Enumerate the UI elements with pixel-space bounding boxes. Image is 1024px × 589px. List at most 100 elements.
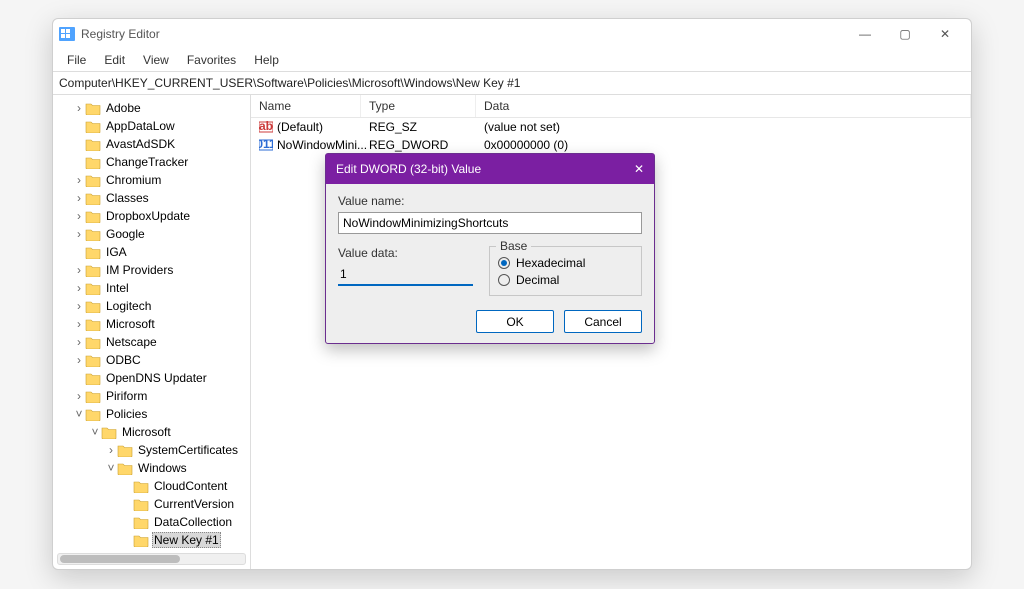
tree-node-label[interactable]: IGA bbox=[104, 245, 129, 259]
tree-node-label[interactable]: ODBC bbox=[104, 353, 143, 367]
chevron-right-icon[interactable]: › bbox=[73, 317, 85, 331]
tree-pane[interactable]: › Adobe ·AppDataLow·AvastAdSDK·ChangeTrack… bbox=[53, 95, 251, 569]
ok-button[interactable]: OK bbox=[476, 310, 554, 333]
folder-icon bbox=[85, 354, 101, 367]
chevron-down-icon[interactable]: ˅ bbox=[105, 461, 117, 475]
tree-node[interactable]: › Classes bbox=[53, 189, 250, 207]
tree-node-label[interactable]: SystemCertificates bbox=[136, 443, 240, 457]
tree-node-label[interactable]: CurrentVersion bbox=[152, 497, 236, 511]
tree-node[interactable]: ·AvastAdSDK bbox=[53, 135, 250, 153]
tree-node[interactable]: ·IGA bbox=[53, 243, 250, 261]
tree-scrollbar[interactable] bbox=[57, 553, 246, 565]
menu-favorites[interactable]: Favorites bbox=[179, 51, 244, 69]
tree-node-label[interactable]: AvastAdSDK bbox=[104, 137, 177, 151]
col-name[interactable]: Name bbox=[251, 95, 361, 117]
tree-node-label[interactable]: Piriform bbox=[104, 389, 149, 403]
tree-node[interactable]: ˅ Policies bbox=[53, 405, 250, 423]
chevron-right-icon[interactable]: › bbox=[73, 101, 85, 115]
col-data[interactable]: Data bbox=[476, 95, 971, 117]
menu-edit[interactable]: Edit bbox=[96, 51, 133, 69]
maximize-button[interactable]: ▢ bbox=[885, 20, 925, 48]
radio-dec-label: Decimal bbox=[516, 273, 559, 287]
tree-node[interactable]: › SystemCertificates bbox=[53, 441, 250, 459]
tree-node-label[interactable]: AppDataLow bbox=[104, 119, 177, 133]
column-headers[interactable]: Name Type Data bbox=[251, 95, 971, 118]
tree-node-label[interactable]: Logitech bbox=[104, 299, 153, 313]
tree-node-label[interactable]: DataCollection bbox=[152, 515, 234, 529]
chevron-right-icon[interactable]: › bbox=[73, 191, 85, 205]
base-group: Base Hexadecimal Decimal bbox=[489, 246, 642, 296]
chevron-right-icon[interactable]: › bbox=[105, 443, 117, 457]
chevron-right-icon[interactable]: › bbox=[73, 209, 85, 223]
tree-node-label[interactable]: Microsoft bbox=[120, 425, 173, 439]
tree-node[interactable]: › DropboxUpdate bbox=[53, 207, 250, 225]
cancel-button[interactable]: Cancel bbox=[564, 310, 642, 333]
menu-view[interactable]: View bbox=[135, 51, 177, 69]
tree-node-label[interactable]: Policies bbox=[104, 407, 149, 421]
col-type[interactable]: Type bbox=[361, 95, 476, 117]
chevron-right-icon[interactable]: › bbox=[73, 353, 85, 367]
tree-node-label[interactable]: Classes bbox=[104, 191, 151, 205]
tree-node[interactable]: ·CloudContent bbox=[53, 477, 250, 495]
tree-node[interactable]: › Netscape bbox=[53, 333, 250, 351]
tree-node[interactable]: › Chromium bbox=[53, 171, 250, 189]
folder-icon bbox=[133, 516, 149, 529]
value-name: NoWindowMini... bbox=[277, 138, 367, 152]
chevron-right-icon[interactable]: › bbox=[73, 263, 85, 277]
tree-node[interactable]: ·OpenDNS Updater bbox=[53, 369, 250, 387]
minimize-button[interactable]: — bbox=[845, 20, 885, 48]
tree-node[interactable]: ·DataCollection bbox=[53, 513, 250, 531]
tree-node[interactable]: ·AppDataLow bbox=[53, 117, 250, 135]
radio-decimal[interactable]: Decimal bbox=[498, 273, 633, 287]
tree-node-label[interactable]: Microsoft bbox=[104, 317, 157, 331]
close-button[interactable]: ✕ bbox=[925, 20, 965, 48]
tree-node[interactable]: ·New Key #1 bbox=[53, 531, 250, 549]
folder-icon bbox=[85, 210, 101, 223]
tree-node[interactable]: › ODBC bbox=[53, 351, 250, 369]
dialog-titlebar[interactable]: Edit DWORD (32-bit) Value ✕ bbox=[326, 154, 654, 184]
tree-node-label[interactable]: Intel bbox=[104, 281, 131, 295]
tree-node[interactable]: › Adobe bbox=[53, 99, 250, 117]
chevron-right-icon[interactable]: › bbox=[73, 227, 85, 241]
tree-node-label[interactable]: DropboxUpdate bbox=[104, 209, 192, 223]
tree-node[interactable]: › Logitech bbox=[53, 297, 250, 315]
value-name-field[interactable] bbox=[338, 212, 642, 234]
tree-node-label[interactable]: Chromium bbox=[104, 173, 163, 187]
tree-scroll-thumb[interactable] bbox=[60, 555, 180, 563]
tree-node-label[interactable]: Netscape bbox=[104, 335, 159, 349]
tree-node[interactable]: ˅ Microsoft bbox=[53, 423, 250, 441]
dialog-close-button[interactable]: ✕ bbox=[608, 162, 644, 176]
tree-node-label[interactable]: IM Providers bbox=[104, 263, 175, 277]
tree-node[interactable]: › Microsoft bbox=[53, 315, 250, 333]
tree-node-label[interactable]: OpenDNS Updater bbox=[104, 371, 209, 385]
chevron-right-icon[interactable]: › bbox=[73, 299, 85, 313]
chevron-right-icon[interactable]: › bbox=[73, 335, 85, 349]
tree-node[interactable]: › Google bbox=[53, 225, 250, 243]
chevron-down-icon[interactable]: ˅ bbox=[89, 425, 101, 439]
value-row[interactable]: NoWindowMini...REG_DWORD0x00000000 (0) bbox=[251, 136, 971, 154]
address-bar[interactable]: Computer\HKEY_CURRENT_USER\Software\Poli… bbox=[53, 71, 971, 95]
tree-node[interactable]: › Intel bbox=[53, 279, 250, 297]
tree-node[interactable]: ·CurrentVersion bbox=[53, 495, 250, 513]
tree-node-label[interactable]: Google bbox=[104, 227, 147, 241]
menu-file[interactable]: File bbox=[59, 51, 94, 69]
chevron-right-icon[interactable]: › bbox=[73, 389, 85, 403]
chevron-down-icon[interactable]: ˅ bbox=[73, 407, 85, 421]
dialog-title: Edit DWORD (32-bit) Value bbox=[336, 162, 608, 176]
radio-hexadecimal[interactable]: Hexadecimal bbox=[498, 256, 633, 270]
tree-node-label[interactable]: Windows bbox=[136, 461, 189, 475]
chevron-right-icon[interactable]: › bbox=[73, 173, 85, 187]
menu-help[interactable]: Help bbox=[246, 51, 287, 69]
tree-node-label[interactable]: New Key #1 bbox=[152, 532, 221, 548]
value-row[interactable]: (Default)REG_SZ(value not set) bbox=[251, 118, 971, 136]
chevron-right-icon[interactable]: › bbox=[73, 281, 85, 295]
tree-node-label[interactable]: Adobe bbox=[104, 101, 143, 115]
tree-node[interactable]: ˅ Windows bbox=[53, 459, 250, 477]
tree-node[interactable]: › IM Providers bbox=[53, 261, 250, 279]
tree-node-label[interactable]: ChangeTracker bbox=[104, 155, 190, 169]
titlebar[interactable]: Registry Editor — ▢ ✕ bbox=[53, 19, 971, 49]
tree-node-label[interactable]: CloudContent bbox=[152, 479, 229, 493]
tree-node[interactable]: › Piriform bbox=[53, 387, 250, 405]
value-data-field[interactable] bbox=[338, 264, 473, 286]
tree-node[interactable]: ·ChangeTracker bbox=[53, 153, 250, 171]
